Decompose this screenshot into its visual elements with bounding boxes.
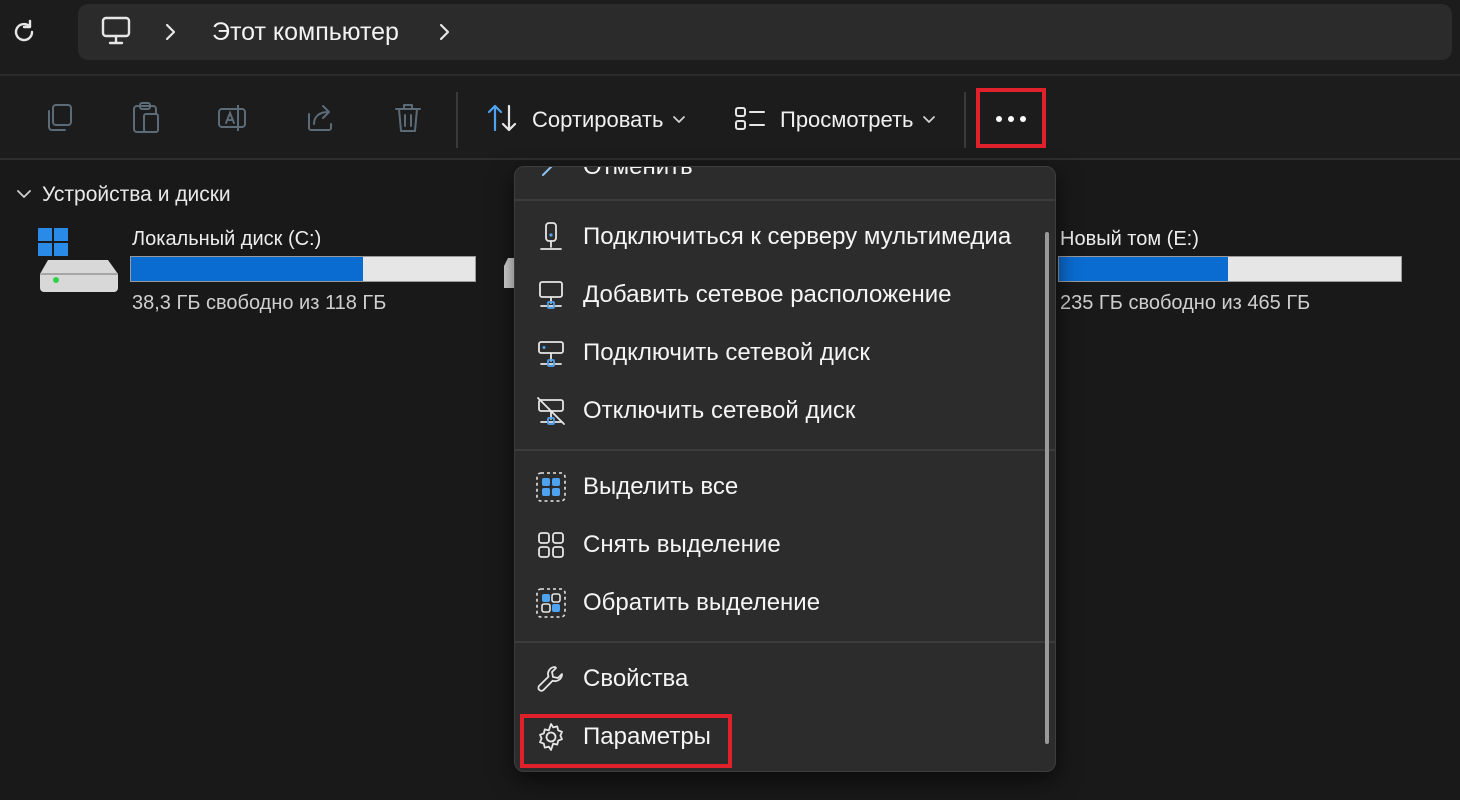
menu-item-label: Подключиться к серверу мультимедиа bbox=[583, 223, 1012, 250]
menu-item-label: Обратить выделение bbox=[583, 589, 821, 616]
menu-item-label: Выделить все bbox=[583, 473, 739, 500]
menu-item-label: Подключить сетевой диск bbox=[583, 339, 870, 366]
drive-usage-fill-c bbox=[131, 257, 364, 281]
sort-icon bbox=[487, 104, 517, 132]
more-dots-icon bbox=[1020, 116, 1026, 122]
rename-icon[interactable] bbox=[216, 100, 248, 136]
chevron-right-icon[interactable] bbox=[160, 20, 180, 44]
chevron-right-icon[interactable] bbox=[434, 20, 454, 44]
menu-item-select-all[interactable]: Выделить все bbox=[525, 461, 1045, 513]
system-drive-icon[interactable] bbox=[36, 226, 122, 294]
menu-item-disconnect-network-drive[interactable]: Отключить сетевой диск bbox=[525, 385, 1045, 437]
menu-item-add-network-location[interactable]: Добавить сетевое расположение bbox=[525, 269, 1045, 321]
undo-icon bbox=[542, 167, 553, 176]
more-options-button[interactable] bbox=[976, 88, 1046, 148]
drive-name-e[interactable]: Новый том (E:) bbox=[1060, 226, 1199, 252]
invert-selection-icon bbox=[536, 588, 566, 618]
menu-divider bbox=[515, 449, 1055, 451]
chevron-down-icon[interactable] bbox=[672, 114, 686, 126]
select-none-icon bbox=[538, 532, 564, 558]
options-highlight-frame bbox=[520, 714, 732, 768]
drive-name-c[interactable]: Локальный диск (C:) bbox=[132, 226, 321, 252]
network-location-icon bbox=[539, 281, 563, 309]
menu-item-map-network-drive[interactable]: Подключить сетевой диск bbox=[525, 327, 1045, 379]
drive-free-e: 235 ГБ свободно из 465 ГБ bbox=[1060, 292, 1311, 314]
media-server-icon bbox=[540, 222, 562, 250]
more-dots-icon bbox=[996, 116, 1002, 122]
toolbar-separator bbox=[456, 92, 458, 148]
menu-divider bbox=[515, 641, 1055, 643]
delete-icon[interactable] bbox=[392, 100, 424, 136]
drive-usage-fill-e bbox=[1059, 257, 1229, 281]
map-network-drive-icon bbox=[538, 341, 564, 367]
paste-icon[interactable] bbox=[130, 100, 162, 136]
refresh-icon[interactable] bbox=[10, 18, 38, 46]
menu-divider bbox=[515, 199, 1055, 201]
more-options-menu: Отменить Подключиться к серверу мультиме… bbox=[514, 166, 1056, 772]
view-button[interactable]: Просмотреть bbox=[780, 106, 914, 134]
menu-scrollbar[interactable] bbox=[1045, 232, 1049, 744]
drive-usage-bar-c bbox=[130, 256, 476, 282]
drive-free-c: 38,3 ГБ свободно из 118 ГБ bbox=[132, 292, 387, 314]
menu-item-undo[interactable]: Отменить bbox=[525, 166, 1045, 193]
group-title-devices[interactable]: Устройства и диски bbox=[42, 182, 231, 208]
toolbar-separator bbox=[964, 92, 966, 148]
menu-item-label: Свойства bbox=[583, 665, 689, 692]
menu-item-label: Отключить сетевой диск bbox=[583, 397, 856, 424]
view-icon bbox=[735, 107, 765, 130]
chevron-down-icon[interactable] bbox=[922, 114, 936, 126]
sort-button[interactable]: Сортировать bbox=[532, 106, 663, 134]
menu-item-properties[interactable]: Свойства bbox=[525, 653, 1045, 705]
menu-item-label: Добавить сетевое расположение bbox=[583, 281, 952, 308]
copy-icon[interactable] bbox=[44, 100, 76, 136]
menu-item-select-none[interactable]: Снять выделение bbox=[525, 519, 1045, 571]
menu-item-media-server[interactable]: Подключиться к серверу мультимедиа bbox=[525, 211, 1045, 263]
share-icon[interactable] bbox=[304, 100, 336, 136]
drive-usage-bar-e bbox=[1058, 256, 1402, 282]
breadcrumb-this-pc[interactable]: Этот компьютер bbox=[212, 16, 399, 48]
menu-item-label: Снять выделение bbox=[583, 531, 781, 558]
menu-item-invert-selection[interactable]: Обратить выделение bbox=[525, 577, 1045, 629]
menu-item-label: Отменить bbox=[583, 166, 693, 180]
drive-icon[interactable] bbox=[500, 252, 514, 292]
chevron-down-icon[interactable] bbox=[14, 184, 34, 204]
wrench-icon bbox=[537, 666, 563, 692]
select-all-icon bbox=[536, 472, 566, 502]
disconnect-network-drive-icon bbox=[537, 397, 565, 425]
more-dots-icon bbox=[1008, 116, 1014, 122]
computer-icon bbox=[101, 16, 131, 45]
